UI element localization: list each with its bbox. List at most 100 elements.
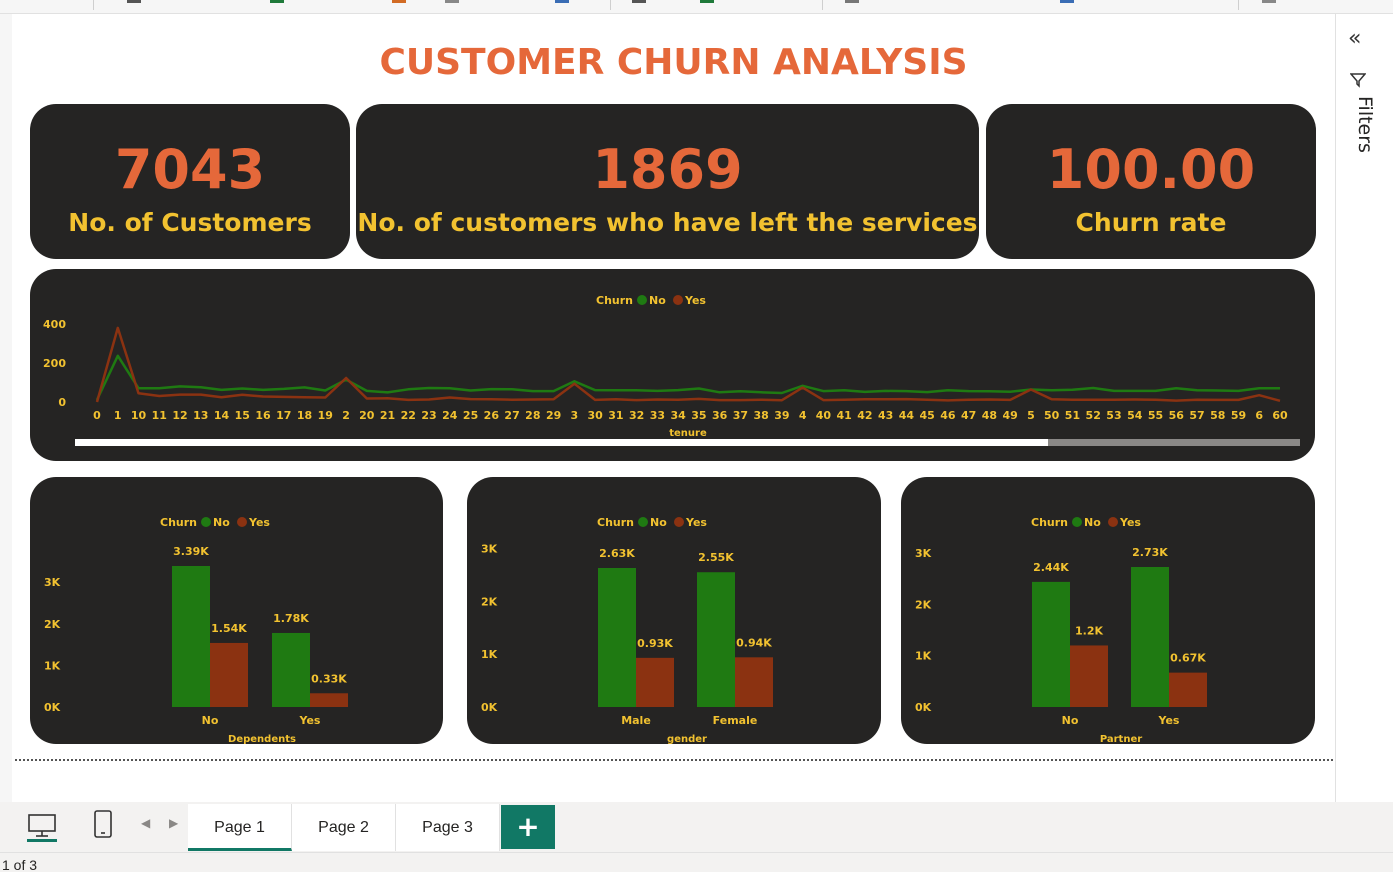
x-tick-label: 33 <box>650 409 665 422</box>
x-tick-label: 44 <box>899 409 915 422</box>
legend-title: Churn <box>596 294 633 307</box>
bar-yes-no <box>272 632 310 707</box>
x-tick-label: 20 <box>359 409 375 422</box>
x-tick-label: 3 <box>571 409 579 422</box>
x-tick-label: 12 <box>172 409 187 422</box>
y-tick-label: 2K <box>915 598 932 611</box>
tenure-line-chart[interactable]: Churn No Yes 0 200 400 0 1 10 11 12 13 14 15 16 17 18 19 2… <box>30 269 1315 461</box>
x-tick-label: 23 <box>421 409 436 422</box>
excel-icon[interactable] <box>270 0 284 3</box>
legend-yes-marker <box>237 517 247 527</box>
bar-no-no <box>1032 581 1070 707</box>
kpi-label: No. of customers who have left the servi… <box>357 208 978 237</box>
x-tick-label: 5 <box>1027 409 1035 422</box>
x-axis-label: tenure <box>669 428 707 439</box>
partner-bar-chart-svg: Churn No Yes 0K 1K 2K 3K 2.44K 1.2K No 2.73K 0.67K Y… <box>915 516 1207 745</box>
x-axis-label: Dependents <box>228 734 296 744</box>
legend-title: Churn <box>160 516 197 529</box>
kpi-card-customers[interactable]: 7043 No. of Customers <box>30 104 350 259</box>
next-page-arrow-icon[interactable]: ▶ <box>169 816 178 830</box>
ribbon-icon[interactable] <box>1262 0 1276 3</box>
data-label: 1.54K <box>211 622 247 635</box>
x-tick-label: 36 <box>712 409 728 422</box>
category-label: No <box>1062 714 1079 727</box>
x-tick-label: 26 <box>484 409 500 422</box>
x-tick-label: 45 <box>920 409 935 422</box>
legend-no-label: No <box>1084 516 1101 529</box>
ribbon-icon[interactable] <box>392 0 406 3</box>
x-tick-label: 56 <box>1169 409 1185 422</box>
x-tick-label: 30 <box>587 409 603 422</box>
legend-no-marker <box>638 517 648 527</box>
prev-page-arrow-icon[interactable]: ◀ <box>141 816 150 830</box>
tab-page-1[interactable]: Page 1 <box>188 804 292 851</box>
ribbon-icon[interactable] <box>845 0 859 3</box>
bar-female-no <box>697 572 735 707</box>
category-label: Yes <box>299 714 321 727</box>
x-tick-label: 31 <box>608 409 623 422</box>
x-tick-label: 49 <box>1003 409 1018 422</box>
kpi-card-churned[interactable]: 1869 No. of customers who have left the … <box>356 104 979 259</box>
legend-yes-marker <box>674 517 684 527</box>
x-tick-label: 22 <box>401 409 416 422</box>
x-tick-label: 1 <box>114 409 122 422</box>
ribbon-icon[interactable] <box>555 0 569 3</box>
x-tick-label: 6 <box>1255 409 1263 422</box>
ribbon-icon[interactable] <box>632 0 646 3</box>
kpi-label: No. of Customers <box>68 208 312 237</box>
y-tick-label: 1K <box>481 648 498 661</box>
ribbon-icon[interactable] <box>1060 0 1074 3</box>
tab-page-2[interactable]: Page 2 <box>292 804 396 851</box>
ribbon-separator <box>1238 0 1239 10</box>
x-tick-label: 13 <box>193 409 208 422</box>
data-label: 1.78K <box>273 612 309 625</box>
collapse-chevron-icon[interactable]: « <box>1348 28 1361 50</box>
x-tick-label: 42 <box>857 409 872 422</box>
bar-yes-yes <box>1169 672 1207 707</box>
data-label: 2.44K <box>1033 561 1069 574</box>
data-label: 2.55K <box>698 551 734 564</box>
ribbon-icon[interactable] <box>127 0 141 3</box>
filters-label[interactable]: Filters <box>1346 96 1376 186</box>
mobile-view-icon[interactable] <box>93 810 113 840</box>
legend-no-marker <box>201 517 211 527</box>
filter-funnel-icon <box>1350 73 1366 88</box>
ribbon-icon[interactable] <box>445 0 459 3</box>
y-tick-label: 3K <box>915 547 932 560</box>
line-series-no <box>95 354 1280 401</box>
desktop-view-icon[interactable] <box>27 812 57 842</box>
y-tick-label: 0K <box>915 701 932 714</box>
ribbon-separator <box>93 0 94 10</box>
dependents-bar-chart[interactable]: Churn No Yes 0K 1K 2K 3K 3.39K 1.54K No 1.78K 0.33K… <box>30 477 443 745</box>
category-label: No <box>202 714 219 727</box>
x-tick-label: 34 <box>670 409 686 422</box>
x-tick-label: 38 <box>753 409 768 422</box>
kpi-card-churn-rate[interactable]: 100.00 Churn rate <box>986 104 1316 259</box>
x-tick-label: 4 <box>799 409 807 422</box>
data-label: 0.33K <box>311 672 347 685</box>
x-tick-label: 46 <box>940 409 956 422</box>
x-tick-label: 25 <box>463 409 478 422</box>
y-tick-label: 0K <box>44 701 61 714</box>
ribbon-icon[interactable] <box>700 0 714 3</box>
legend-yes-marker <box>673 295 683 305</box>
powerbi-report-app: CUSTOMER CHURN ANALYSIS 7043 No. of Cust… <box>0 0 1393 872</box>
x-tick-label: 0 <box>93 409 101 422</box>
x-tick-label: 18 <box>297 409 312 422</box>
gender-bar-chart[interactable]: Churn No Yes 0K 1K 2K 3K 2.63K 0.93K Male 2.55K 0.9… <box>467 477 881 745</box>
x-tick-label: 59 <box>1231 409 1246 422</box>
x-tick-label: 35 <box>691 409 706 422</box>
x-tick-label: 40 <box>816 409 832 422</box>
add-page-button[interactable]: + <box>501 805 555 849</box>
tab-page-3[interactable]: Page 3 <box>396 804 500 851</box>
x-axis-label: Partner <box>1100 734 1142 744</box>
y-tick-label: 1K <box>44 659 61 672</box>
x-tick-label: 24 <box>442 409 458 422</box>
x-tick-label: 32 <box>629 409 644 422</box>
partner-bar-chart[interactable]: Churn No Yes 0K 1K 2K 3K 2.44K 1.2K No 2.73K 0.67K Y… <box>901 477 1315 745</box>
left-gutter <box>0 14 12 802</box>
x-tick-label: 17 <box>276 409 291 422</box>
kpi-value: 1869 <box>592 138 743 201</box>
kpi-value: 100.00 <box>1046 138 1256 201</box>
filters-pane[interactable]: « Filters <box>1335 14 1393 802</box>
